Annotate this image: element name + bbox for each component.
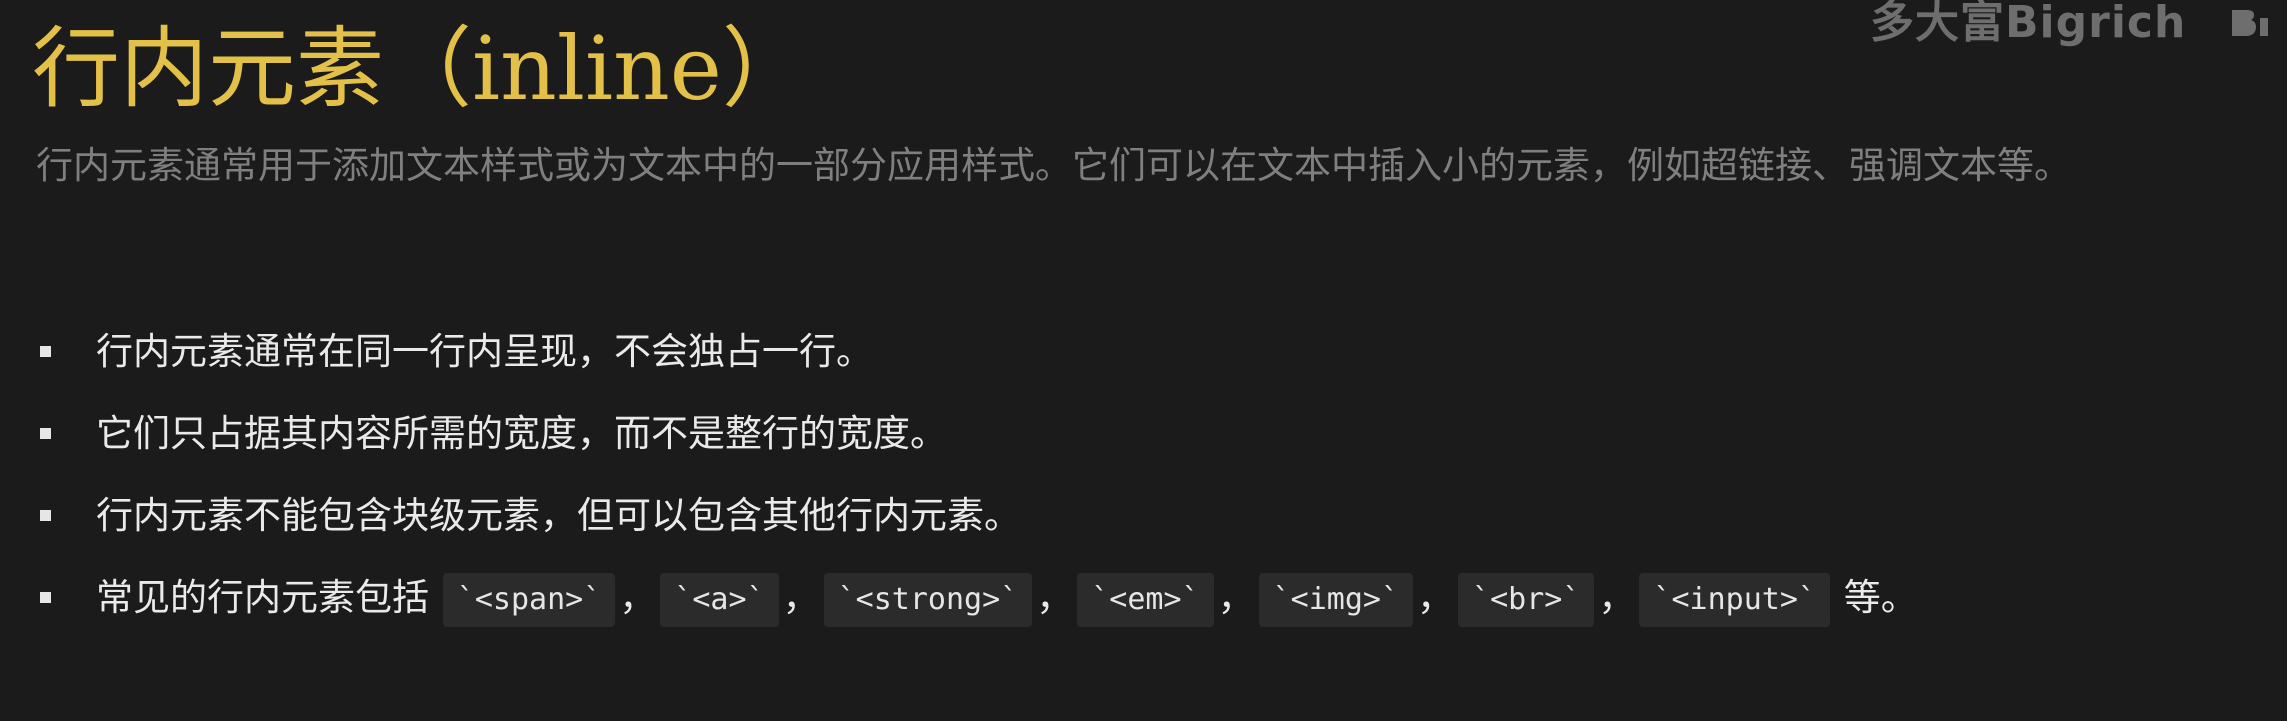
square-bullet-icon	[40, 592, 51, 603]
square-bullet-icon	[40, 346, 51, 357]
bullet-text: 常见的行内元素包括	[96, 576, 429, 619]
square-bullet-icon	[40, 510, 51, 521]
bullet-text: 它们只占据其内容所需的宽度，而不是整行的宽度。	[96, 412, 947, 455]
code-separator: ，	[782, 576, 820, 619]
inline-code: `<span>`	[442, 572, 616, 627]
intro-paragraph: 行内元素通常用于添加文本样式或为文本中的一部分应用样式。它们可以在文本中插入小的…	[36, 144, 2071, 187]
watermark-text: 多大富Bigrich	[1870, 0, 2187, 48]
code-separator: ，	[1598, 576, 1636, 619]
bullet-text: 行内元素不能包含块级元素，但可以包含其他行内元素。	[96, 494, 1021, 537]
bullet-item: 行内元素不能包含块级元素，但可以包含其他行内元素。	[36, 482, 1918, 564]
inline-code-list: `<span>`， `<a>`， `<strong>`， `<em>`， `<img>`…	[441, 572, 1832, 627]
bullet-item-inline-elements: 常见的行内元素包括 `<span>`， `<a>`， `<strong>`， `<em…	[36, 564, 1918, 646]
bullet-item: 行内元素通常在同一行内呈现，不会独占一行。	[36, 318, 1918, 400]
bullet-suffix: 等。	[1843, 576, 1918, 619]
inline-code: `<em>`	[1077, 572, 1214, 627]
bullet-list: 行内元素通常在同一行内呈现，不会独占一行。 它们只占据其内容所需的宽度，而不是整…	[36, 318, 1918, 646]
code-separator: ，	[1417, 576, 1455, 619]
code-separator: ，	[1036, 576, 1074, 619]
slide-title: 行内元素（inline）	[32, 17, 810, 120]
bullet-text: 行内元素通常在同一行内呈现，不会独占一行。	[96, 330, 873, 373]
inline-code: `<br>`	[1458, 572, 1595, 627]
inline-code: `<img>`	[1258, 572, 1414, 627]
bullet-item: 它们只占据其内容所需的宽度，而不是整行的宽度。	[36, 400, 1918, 482]
code-separator: ，	[619, 576, 657, 619]
inline-code: `<input>`	[1639, 572, 1830, 627]
inline-code: `<strong>`	[823, 572, 1033, 627]
code-separator: ，	[1217, 576, 1255, 619]
square-bullet-icon	[40, 428, 51, 439]
inline-code: `<a>`	[660, 572, 779, 627]
bilibili-logo-icon	[2232, 10, 2268, 36]
